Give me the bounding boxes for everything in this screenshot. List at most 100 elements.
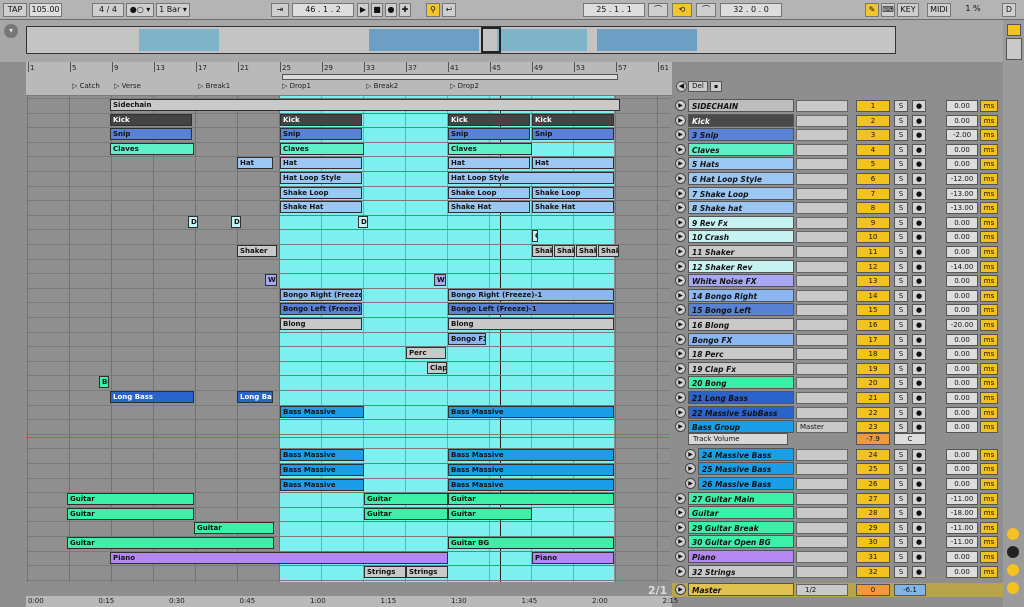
solo-button[interactable]: S [894, 129, 908, 142]
ms-button[interactable]: ms [980, 275, 998, 288]
track-play-icon[interactable]: ▶ [675, 187, 686, 199]
solo-button[interactable]: S [894, 100, 908, 112]
overview-viewport[interactable] [481, 27, 501, 53]
track-play-icon[interactable]: ▶ [675, 392, 686, 403]
track-activator[interactable]: 5 [856, 158, 890, 171]
arm-icon[interactable]: ● [912, 319, 926, 331]
solo-button[interactable]: S [894, 187, 908, 200]
arm-icon[interactable]: ● [912, 289, 926, 302]
track-volume[interactable]: -2.00 [946, 129, 978, 142]
track-name[interactable]: White Noise FX [688, 274, 794, 288]
clip[interactable]: Bass Massive [448, 405, 614, 418]
track-volume[interactable]: 0.00 [946, 463, 978, 476]
solo-button[interactable]: S [894, 463, 908, 476]
locator-break1[interactable]: ▷ Break1 [198, 82, 230, 90]
solo-button[interactable]: S [894, 406, 908, 419]
arm-icon[interactable]: ● [912, 275, 926, 288]
locator-drop1[interactable]: ▷ Drop1 [282, 82, 311, 90]
stop-icon[interactable]: ■ [371, 3, 383, 17]
clip[interactable]: Shake Hat [448, 201, 530, 214]
track-monitor-field[interactable] [796, 260, 848, 273]
ms-button[interactable]: ms [980, 216, 998, 229]
track-activator[interactable]: 21 [856, 392, 890, 404]
track-monitor-field[interactable] [796, 333, 848, 346]
browser-toggle-icon[interactable] [1007, 24, 1021, 36]
arm-icon[interactable]: ● [912, 521, 926, 534]
clip[interactable]: Strings [364, 566, 406, 579]
track-name[interactable]: 7 Shake Loop [688, 186, 794, 200]
clip[interactable]: Guitar [364, 493, 448, 506]
track-volume[interactable]: -11.00 [946, 492, 978, 505]
solo-button[interactable]: S [894, 507, 908, 520]
track-name[interactable]: 26 Massive Bass [698, 477, 794, 490]
track-monitor-field[interactable] [796, 565, 848, 578]
track-activator[interactable]: 31 [856, 551, 890, 563]
clip[interactable]: Strings [406, 566, 448, 579]
arrangement-view[interactable]: Sidechain Kick Kick Kick Kick Snip Snip Snip Sni… [26, 96, 670, 582]
clip[interactable]: Piano [110, 551, 448, 564]
track-volume[interactable]: -11.00 [946, 521, 978, 534]
ms-button[interactable]: ms [980, 187, 998, 200]
track-activator[interactable]: 14 [856, 289, 890, 302]
ms-button[interactable]: ms [980, 319, 998, 331]
ms-button[interactable]: ms [980, 114, 998, 127]
tempo-field[interactable]: 105.00 [29, 3, 62, 17]
track-play-icon[interactable]: ▶ [685, 463, 696, 475]
clip[interactable]: Hat [280, 157, 362, 170]
solo-button[interactable]: S [894, 143, 908, 156]
clip[interactable]: Bongo Left (Freeze)-1 [448, 303, 614, 316]
solo-button[interactable]: S [894, 202, 908, 215]
track-activator[interactable]: 3 [856, 129, 890, 142]
track-volume[interactable]: 0.00 [946, 478, 978, 490]
ms-button[interactable]: ms [980, 304, 998, 317]
clip[interactable]: Bass Massive [280, 449, 364, 462]
track-activator[interactable]: 2 [856, 114, 890, 127]
track-play-icon[interactable]: ▶ [675, 521, 686, 533]
arm-icon[interactable]: ● [912, 143, 926, 156]
solo-button[interactable]: S [894, 551, 908, 563]
song-position[interactable]: 46 . 1 . 2 [292, 3, 354, 17]
track-activator[interactable]: 16 [856, 319, 890, 331]
solo-button[interactable]: S [894, 319, 908, 331]
track-activator[interactable]: 22 [856, 406, 890, 419]
clip[interactable]: Guitar [67, 493, 194, 506]
track-volume[interactable]: 0.00 [946, 216, 978, 229]
track-monitor-field[interactable] [796, 246, 848, 258]
track-volume[interactable]: 0.00 [946, 551, 978, 563]
track-name[interactable]: Claves [688, 142, 794, 156]
solo-button[interactable]: S [894, 536, 908, 549]
solo-button[interactable]: S [894, 231, 908, 244]
ms-button[interactable]: ms [980, 551, 998, 563]
track-name[interactable]: 25 Massive Bass [698, 462, 794, 476]
arm-icon[interactable]: ● [912, 246, 926, 258]
track-name[interactable]: 8 Shake hat [688, 201, 794, 215]
clip[interactable]: Kick [280, 113, 362, 126]
clip[interactable]: Bongo FX [448, 332, 486, 345]
arrangement-overview[interactable]: ▾ [0, 20, 1024, 62]
master-play-icon[interactable]: ▶ [675, 584, 686, 595]
clip[interactable]: Claves [280, 142, 364, 155]
track-play-icon[interactable]: ▶ [675, 100, 686, 111]
play-icon[interactable]: ▶ [357, 3, 369, 17]
solo-button[interactable]: S [894, 114, 908, 127]
track-play-icon[interactable]: ▶ [675, 406, 686, 418]
clip[interactable]: Guitar [67, 507, 194, 520]
solo-button[interactable]: S [894, 289, 908, 302]
computer-keyboard-icon[interactable]: ⌨ [881, 3, 895, 17]
metronome-button[interactable]: ●○ ▾ [126, 3, 154, 17]
track-name[interactable]: Guitar [688, 506, 794, 520]
solo-button[interactable]: S [894, 565, 908, 578]
tap-button[interactable]: TAP [3, 3, 27, 17]
arm-icon[interactable]: ● [912, 260, 926, 273]
clip[interactable]: Clap [427, 361, 447, 374]
clip[interactable]: Snip [110, 128, 192, 141]
track-name[interactable]: 27 Guitar Main [688, 491, 794, 505]
track-play-icon[interactable]: ▶ [675, 333, 686, 345]
track-activator[interactable]: 27 [856, 492, 890, 505]
track-activator[interactable]: 11 [856, 246, 890, 258]
track-output-select[interactable]: Master [796, 421, 848, 434]
solo-button[interactable]: S [894, 377, 908, 390]
track-activator[interactable]: 9 [856, 216, 890, 229]
track-play-icon[interactable]: ▶ [675, 304, 686, 316]
clip[interactable]: Claves [448, 142, 532, 155]
